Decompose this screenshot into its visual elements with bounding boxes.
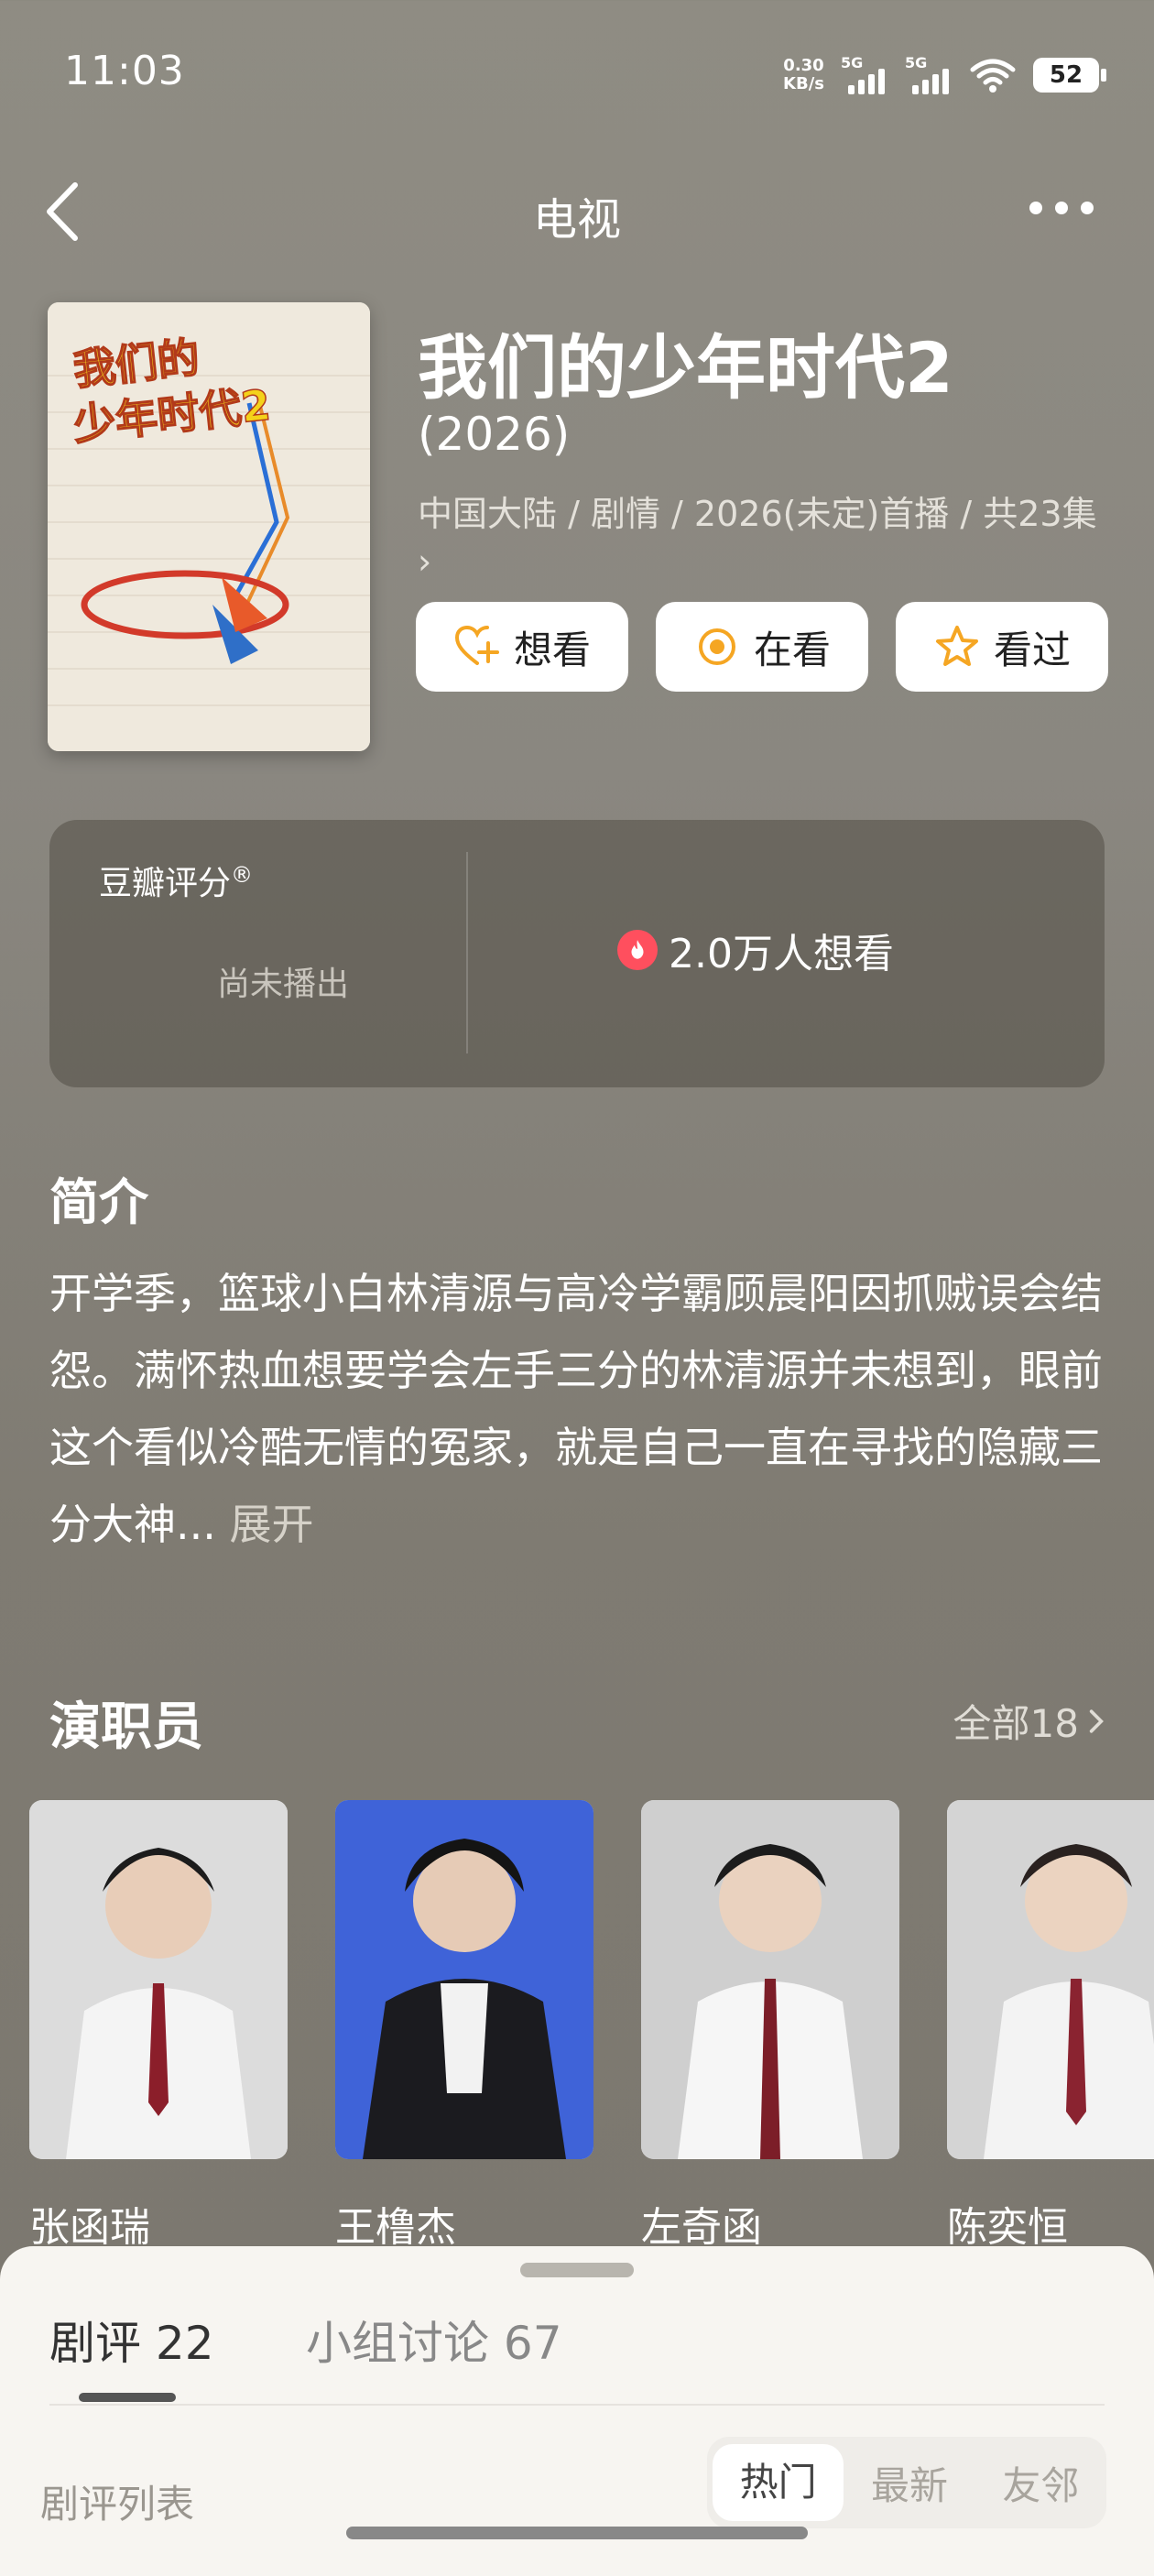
- show-title: 我们的少年时代2: [418, 327, 953, 409]
- tab-reviews[interactable]: 剧评 22: [49, 2307, 214, 2373]
- action-buttons: 想看 在看 看过: [416, 602, 1108, 692]
- poster-artwork: 我们的 少年时代2: [48, 302, 370, 751]
- intro-heading: 简介: [49, 1173, 148, 1231]
- show-year: (2026): [418, 408, 571, 461]
- home-indicator[interactable]: [346, 2527, 808, 2539]
- battery-icon: 52: [1033, 58, 1106, 93]
- rating-status: 尚未播出: [216, 966, 349, 1003]
- want-count: 2.0万人想看: [617, 921, 894, 979]
- intro-text: 开学季，篮球小白林清源与高冷学霸顾晨阳因抓贼误会结怨。满怀热血想要学会左手三分的…: [49, 1255, 1103, 1563]
- want-to-watch-button[interactable]: 想看: [416, 602, 628, 692]
- cast-card[interactable]: 陈奕恒: [947, 1800, 1154, 2253]
- cast-name: 张函瑞: [29, 2204, 150, 2251]
- network-speed-unit: KB/s: [783, 74, 824, 93]
- review-list-label: 剧评列表: [40, 2482, 195, 2527]
- rating-card[interactable]: 豆瓣评分® 尚未播出 2.0万人想看: [49, 820, 1105, 1087]
- sort-hot-button[interactable]: 热门: [713, 2444, 844, 2521]
- cast-all-label: 全部18: [953, 1701, 1079, 1746]
- signal-sim2-icon: 5G: [905, 54, 953, 96]
- cast-name: 王橹杰: [335, 2204, 456, 2251]
- sheet-divider: [49, 2404, 1105, 2406]
- status-icons: 0.30 KB/s 5G 5G 52: [783, 48, 1106, 103]
- show-meta[interactable]: 中国大陆 / 剧情 / 2026(未定)首播 / 共23集 ›: [418, 490, 1114, 585]
- cast-photo: [335, 1800, 593, 2159]
- cast-card[interactable]: 左奇函: [641, 1800, 899, 2253]
- sort-toggle: 热门 最新 友邻: [707, 2437, 1106, 2528]
- poster-image[interactable]: 我们的 少年时代2: [48, 302, 370, 751]
- want-to-watch-label: 想看: [513, 627, 591, 672]
- tab-group-discussions[interactable]: 小组讨论 67: [306, 2307, 562, 2373]
- network-speed: 0.30 KB/s: [783, 57, 824, 93]
- sheet-drag-handle[interactable]: [520, 2263, 634, 2277]
- cast-card[interactable]: 张函瑞: [29, 1800, 288, 2253]
- sort-friends-button[interactable]: 友邻: [975, 2455, 1106, 2511]
- watching-label: 在看: [753, 627, 831, 672]
- watched-label: 看过: [993, 627, 1071, 672]
- wifi-icon: [970, 59, 1016, 93]
- page-title: 电视: [532, 194, 621, 246]
- status-time: 11:03: [64, 48, 185, 94]
- star-outline-icon: [935, 626, 978, 666]
- sort-latest-button[interactable]: 最新: [844, 2455, 974, 2511]
- cast-name: 陈奕恒: [947, 2204, 1068, 2251]
- target-circle-icon: [698, 628, 735, 665]
- heart-plus-icon: [454, 625, 499, 665]
- cast-all-link[interactable]: 全部18: [953, 1693, 1105, 1749]
- watched-button[interactable]: 看过: [896, 602, 1108, 692]
- cast-photo: [641, 1800, 899, 2159]
- cast-photo: [29, 1800, 288, 2159]
- cast-photo: [947, 1800, 1154, 2159]
- fire-icon: [617, 930, 658, 970]
- battery-level: 52: [1049, 61, 1083, 89]
- rating-label-text: 豆瓣评分: [99, 865, 232, 902]
- cast-heading: 演职员: [49, 1697, 203, 1757]
- cast-card[interactable]: 王橹杰: [335, 1800, 593, 2253]
- more-options-icon[interactable]: [1029, 202, 1094, 214]
- network-speed-value: 0.30: [783, 56, 824, 75]
- signal-sim1-icon: 5G: [841, 54, 888, 96]
- cast-list: 张函瑞 王橹杰 左奇函 陈奕恒: [29, 1800, 1154, 2253]
- intro-body: 开学季，篮球小白林清源与高冷学霸顾晨阳因抓贼误会结怨。满怀热血想要学会左手三分的…: [49, 1269, 1103, 1549]
- rating-divider: [466, 852, 468, 1053]
- registered-mark: ®: [231, 862, 254, 888]
- chevron-right-icon: [1089, 1708, 1104, 1733]
- active-tab-indicator: [79, 2393, 176, 2402]
- watching-button[interactable]: 在看: [656, 602, 868, 692]
- want-count-text: 2.0万人想看: [669, 931, 894, 977]
- cast-name: 左奇函: [641, 2204, 762, 2251]
- expand-link[interactable]: 展开: [230, 1500, 314, 1549]
- rating-label: 豆瓣评分®: [99, 857, 253, 904]
